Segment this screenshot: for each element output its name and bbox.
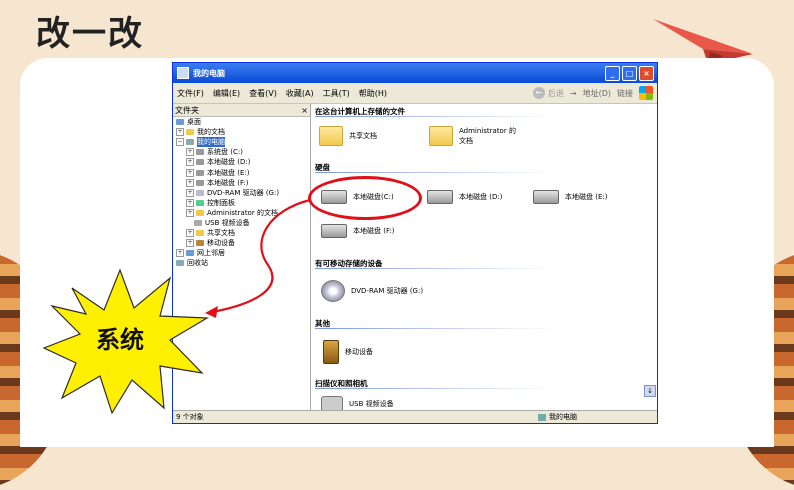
callout-text: 系统 [96, 326, 144, 354]
